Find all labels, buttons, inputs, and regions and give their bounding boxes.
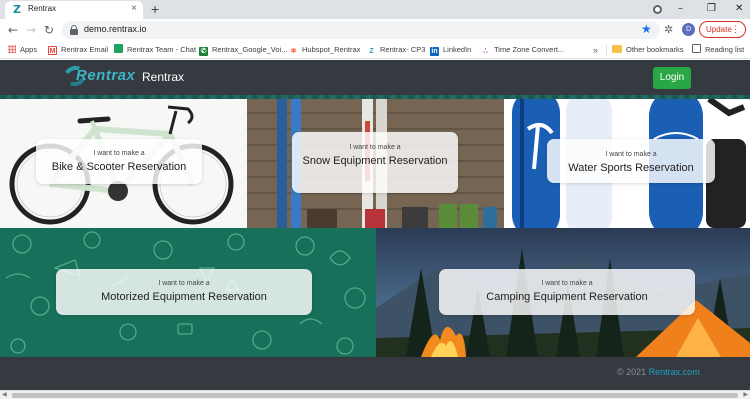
card-subtitle: I want to make a — [349, 144, 401, 151]
bookmark-hubspot[interactable]: ✱ Hubspot_Rentrax — [289, 44, 360, 56]
kebab-menu-icon[interactable]: ⋮ — [731, 22, 740, 37]
tab-close-icon[interactable]: × — [131, 3, 137, 15]
horizontal-scrollbar[interactable]: ◀ ▶ — [0, 390, 750, 399]
camping-reservation-card[interactable]: I want to make a Camping Equipment Reser… — [439, 269, 695, 315]
window-close-button[interactable]: ✕ — [735, 1, 743, 17]
new-tab-button[interactable]: + — [151, 1, 159, 17]
brand-name[interactable]: Rentrax — [142, 70, 184, 84]
browser-tab[interactable]: Z Rentrax × — [5, 1, 143, 19]
profile-avatar[interactable]: D — [682, 23, 695, 36]
browser-toolbar: ← → ↻ demo.rentrax.io ★ ✲ D Update ⋮ — [0, 19, 750, 41]
bookmark-rentrax-cp3[interactable]: Z Rentrax- CP3 — [367, 44, 425, 56]
water-reservation-card[interactable]: I want to make a Water Sports Reservatio… — [547, 139, 715, 183]
bookmark-reading-list[interactable]: Reading list — [692, 44, 744, 56]
browser-tab-strip: Z Rentrax × + – ❐ ✕ — [0, 0, 750, 19]
rentrax-icon: Z — [367, 47, 376, 56]
gmail-icon: M — [48, 46, 57, 55]
reading-list-icon — [692, 44, 701, 53]
google-voice-icon: ✆ — [199, 47, 208, 56]
scroll-left-arrow-icon[interactable]: ◀ — [2, 391, 7, 399]
bookmark-rentrax-email[interactable]: M Rentrax Email — [48, 44, 108, 56]
bookmark-time-zone-converter[interactable]: ∴ Time Zone Convert... — [481, 44, 564, 56]
motorized-reservation-card[interactable]: I want to make a Motorized Equipment Res… — [56, 269, 312, 315]
bookmark-linkedin[interactable]: in LinkedIn — [430, 44, 471, 56]
update-button[interactable]: Update ⋮ — [699, 21, 746, 38]
tile-snow-equipment[interactable]: I want to make a Snow Equipment Reservat… — [247, 99, 504, 228]
bookmarks-bar: Apps M Rentrax Email Rentrax Team - Chat … — [0, 41, 750, 59]
card-title: Snow Equipment Reservation — [302, 155, 448, 167]
bookmark-other-bookmarks[interactable]: Other bookmarks — [612, 44, 684, 56]
bookmarks-overflow-button[interactable]: » — [593, 44, 598, 56]
footer-link[interactable]: Rentrax.com — [649, 367, 700, 377]
bookmark-apps[interactable]: Apps — [8, 44, 37, 56]
card-title: Motorized Equipment Reservation — [101, 291, 267, 303]
card-subtitle: I want to make a — [541, 280, 593, 287]
snow-reservation-card[interactable]: I want to make a Snow Equipment Reservat… — [292, 132, 458, 193]
hubspot-icon: ✱ — [289, 47, 298, 56]
footer-copyright: © 2021 Rentrax.com — [617, 367, 700, 377]
card-subtitle: I want to make a — [158, 280, 210, 287]
login-button[interactable]: Login — [653, 67, 691, 89]
rentrax-favicon-icon: Z — [13, 3, 21, 16]
google-chat-icon — [114, 44, 123, 53]
forward-button[interactable]: → — [26, 22, 36, 38]
media-control-icon[interactable] — [653, 5, 662, 14]
linkedin-icon: in — [430, 47, 439, 56]
update-label: Update — [706, 25, 732, 34]
tile-motorized-equipment[interactable]: I want to make a Motorized Equipment Res… — [0, 228, 376, 357]
card-title: Bike & Scooter Reservation — [51, 161, 187, 173]
card-subtitle: I want to make a — [93, 150, 145, 157]
card-title: Water Sports Reservation — [568, 162, 694, 174]
bookmark-star-icon[interactable]: ★ — [641, 22, 652, 37]
tile-camping-equipment[interactable]: I want to make a Camping Equipment Reser… — [376, 228, 750, 357]
site-header: Rentrax Rentrax — [0, 60, 750, 96]
folder-icon — [612, 45, 622, 53]
lock-icon[interactable] — [70, 25, 78, 35]
reload-button[interactable]: ↻ — [44, 22, 54, 38]
site-footer: © 2021 Rentrax.com — [0, 357, 750, 390]
maximize-button[interactable]: ❐ — [707, 1, 716, 17]
url-text[interactable]: demo.rentrax.io — [84, 24, 147, 34]
address-bar[interactable]: demo.rentrax.io ★ — [62, 21, 660, 39]
tile-water-sports[interactable]: I want to make a Water Sports Reservatio… — [504, 99, 750, 228]
rentrax-logo[interactable]: Rentrax — [61, 62, 136, 90]
scrollbar-thumb[interactable] — [12, 393, 738, 398]
logo-text: Rentrax — [76, 67, 136, 84]
bookmark-google-voice[interactable]: ✆ Rentrax_Google_Voi... — [199, 44, 287, 56]
bookmarks-divider — [606, 45, 607, 56]
tab-title: Rentrax — [28, 4, 57, 13]
apps-grid-icon — [8, 45, 16, 53]
timezone-icon: ∴ — [481, 47, 490, 56]
minimize-button[interactable]: – — [678, 1, 683, 17]
bookmark-rentrax-team-chat[interactable]: Rentrax Team - Chat — [114, 44, 196, 56]
scroll-right-arrow-icon[interactable]: ▶ — [743, 391, 748, 399]
extensions-puzzle-icon[interactable]: ✲ — [664, 22, 673, 37]
card-subtitle: I want to make a — [605, 151, 657, 158]
bike-reservation-card[interactable]: I want to make a Bike & Scooter Reservat… — [36, 139, 202, 184]
back-button[interactable]: ← — [8, 22, 18, 38]
tile-bike-scooter[interactable]: I want to make a Bike & Scooter Reservat… — [0, 99, 247, 228]
card-title: Camping Equipment Reservation — [486, 291, 648, 303]
